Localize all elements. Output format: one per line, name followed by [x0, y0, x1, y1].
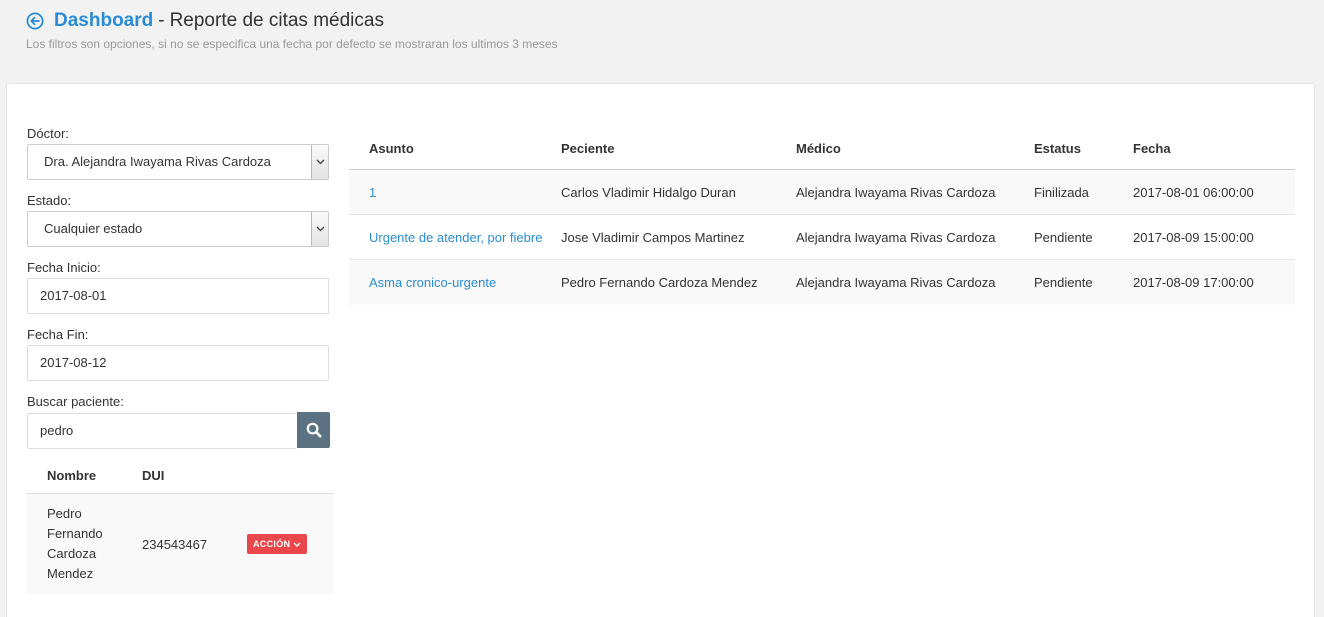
page-subtitle: Los filtros son opciones, si no se espec…	[26, 37, 558, 51]
table-row: Urgente de atender, por fiebre Jose Vlad…	[349, 215, 1295, 260]
patient-name-line: Fernando	[47, 526, 103, 541]
fecha-cell: 2017-08-01 06:00:00	[1133, 184, 1254, 200]
patient-name-line: Cardoza	[47, 546, 97, 561]
asunto-link[interactable]: Asma cronico-urgente	[349, 275, 561, 290]
search-icon	[306, 422, 321, 438]
dashboard-link[interactable]: Dashboard	[54, 10, 153, 32]
column-header-paciente: Peciente	[561, 140, 615, 156]
table-row: 1 Carlos Vladimir Hidalgo Duran Alejandr…	[349, 170, 1295, 215]
page-header: Dashboard - Reporte de citas médicas Los…	[26, 8, 558, 51]
paciente-cell: Carlos Vladimir Hidalgo Duran	[561, 184, 736, 200]
estado-select[interactable]: Cualquier estado	[27, 211, 329, 247]
estado-select-value: Cualquier estado	[44, 221, 143, 236]
accion-button-label: ACCIÓN	[253, 539, 291, 549]
fecha-inicio-label: Fecha Inicio:	[27, 260, 101, 275]
estatus-cell: Finilizada	[1034, 184, 1089, 200]
fecha-fin-label: Fecha Fin:	[27, 327, 89, 342]
action-cell: ACCIÓN	[247, 534, 308, 554]
appointments-table: Asunto Peciente Médico Estatus Fecha 1 C…	[349, 127, 1295, 305]
fecha-cell: 2017-08-09 17:00:00	[1133, 275, 1254, 290]
estatus-cell: Pendiente	[1034, 229, 1093, 245]
fecha-inicio-input[interactable]: 2017-08-01	[27, 278, 329, 314]
title-separator: -	[158, 10, 165, 31]
chevron-down-icon	[311, 212, 328, 246]
patient-results-table: Nombre DUI Pedro Fernando Cardoza Mendez…	[27, 457, 333, 594]
arrow-left-circle-icon[interactable]	[26, 12, 44, 30]
column-header-dui: DUI	[142, 467, 165, 483]
medico-cell: Alejandra Iwayama Rivas Cardoza	[796, 184, 996, 200]
filters-panel: Dóctor: Dra. Alejandra Iwayama Rivas Car…	[27, 125, 333, 594]
column-header-asunto: Asunto	[369, 140, 414, 156]
asunto-link[interactable]: Urgente de atender, por fiebre	[349, 230, 561, 245]
patient-name-line: Pedro	[47, 506, 82, 521]
patient-dui: 234543467	[142, 536, 208, 552]
patient-search-input[interactable]: pedro	[27, 413, 297, 449]
appointments-table-header: Asunto Peciente Médico Estatus Fecha	[349, 127, 1295, 170]
asunto-link[interactable]: 1	[349, 185, 561, 200]
buscar-paciente-label: Buscar paciente:	[27, 394, 124, 409]
patient-table-header: Nombre DUI	[27, 457, 333, 494]
doctor-select[interactable]: Dra. Alejandra Iwayama Rivas Cardoza	[27, 144, 329, 180]
chevron-down-icon	[293, 542, 301, 547]
paciente-cell: Pedro Fernando Cardoza Mendez	[561, 275, 758, 290]
fecha-fin-input[interactable]: 2017-08-12	[27, 345, 329, 381]
accion-dropdown-button[interactable]: ACCIÓN	[247, 534, 308, 554]
title-row: Dashboard - Reporte de citas médicas	[26, 8, 558, 34]
chevron-down-icon	[311, 145, 328, 179]
page-title: Reporte de citas médicas	[169, 10, 384, 31]
table-row: Asma cronico-urgente Pedro Fernando Card…	[349, 260, 1295, 305]
medico-cell: Alejandra Iwayama Rivas Cardoza	[796, 275, 996, 290]
column-header-nombre: Nombre	[47, 467, 97, 483]
fecha-cell: 2017-08-09 15:00:00	[1133, 229, 1254, 245]
patient-search: pedro	[27, 412, 333, 449]
patient-name-line: Mendez	[47, 566, 94, 581]
column-header-fecha: Fecha	[1133, 140, 1171, 156]
doctor-select-value: Dra. Alejandra Iwayama Rivas Cardoza	[44, 154, 271, 169]
doctor-label: Dóctor:	[27, 126, 69, 141]
estatus-cell: Pendiente	[1034, 275, 1093, 290]
medico-cell: Alejandra Iwayama Rivas Cardoza	[796, 229, 996, 245]
column-header-estatus: Estatus	[1034, 140, 1081, 156]
column-header-medico: Médico	[796, 140, 841, 156]
appointments-table-body: 1 Carlos Vladimir Hidalgo Duran Alejandr…	[349, 170, 1295, 305]
patient-name: Pedro Fernando Cardoza Mendez	[27, 504, 142, 584]
estado-label: Estado:	[27, 193, 72, 208]
paciente-cell: Jose Vladimir Campos Martinez	[561, 229, 745, 245]
table-row: Pedro Fernando Cardoza Mendez 234543467 …	[27, 494, 333, 594]
search-button[interactable]	[297, 412, 330, 448]
report-card: Dóctor: Dra. Alejandra Iwayama Rivas Car…	[6, 83, 1315, 617]
